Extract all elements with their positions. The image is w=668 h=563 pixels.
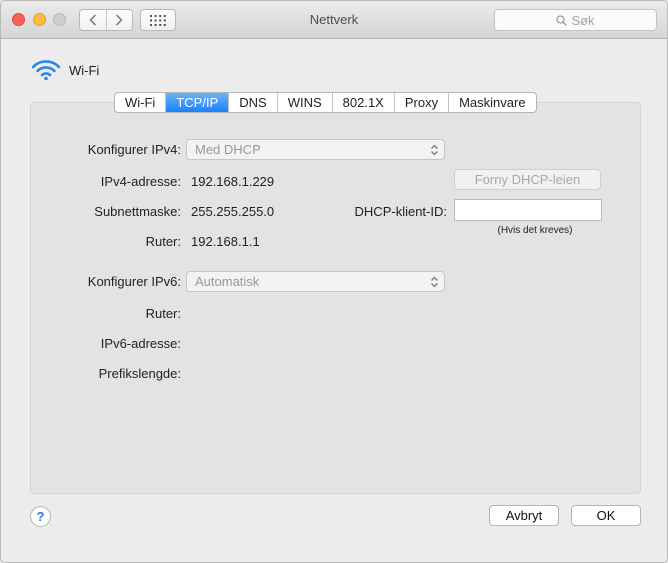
subnet-mask-label: Subnettmaske: [94,204,181,219]
tab-dns[interactable]: DNS [228,93,276,112]
search-icon [556,14,568,26]
tab-proxy[interactable]: Proxy [393,93,448,112]
cancel-button[interactable]: Avbryt [489,505,559,526]
service-header: Wi-Fi [31,59,99,81]
subnet-mask-value: 255.255.255.0 [191,204,275,219]
help-icon: ? [36,509,45,524]
configure-ipv6-label: Konfigurer IPv6: [87,274,181,289]
tab-tcpip[interactable]: TCP/IP [165,93,229,112]
dhcp-client-id-field[interactable] [454,199,602,221]
settings-panel [30,102,641,494]
ipv6-address-label: IPv6-adresse: [100,336,181,351]
prefix-length-label: Prefikslengde: [98,366,181,381]
configure-ipv4-label: Konfigurer IPv4: [87,142,181,157]
service-name: Wi-Fi [69,62,100,78]
configure-ipv6-value: Automatisk [195,274,260,289]
ipv4-router-value: 192.168.1.1 [191,234,260,249]
tab-wifi[interactable]: Wi-Fi [115,93,165,112]
dhcp-client-id-label: DHCP-klient-ID: [354,204,447,219]
tab-8021x[interactable]: 802.1X [331,93,394,112]
up-down-arrows-icon [431,144,438,156]
tab-wins[interactable]: WINS [276,93,332,112]
configure-ipv4-popup[interactable]: Med DHCP [186,139,445,160]
ipv4-address-label: IPv4-adresse: [100,174,181,189]
ipv4-address-value: 192.168.1.229 [191,174,275,189]
dhcp-client-id-hint: (Hvis det kreves) [497,225,573,236]
search-placeholder: Søk [571,12,595,28]
ok-button[interactable]: OK [571,505,641,526]
tab-bar: Wi-Fi TCP/IP DNS WINS 802.1X Proxy Maski… [114,92,537,113]
title-bar: Nettverk Søk [1,1,667,39]
ipv4-router-label: Ruter: [145,234,181,249]
network-preferences-window: Nettverk Søk Wi-Fi Wi-Fi TCP/IP DNS WINS… [0,0,668,563]
help-button[interactable]: ? [30,506,51,527]
configure-ipv6-popup[interactable]: Automatisk [186,271,445,292]
search-field[interactable]: Søk [494,9,657,31]
ipv6-router-label: Ruter: [145,306,181,321]
up-down-arrows-icon [431,276,438,288]
renew-dhcp-lease-button[interactable]: Forny DHCP-leien [454,169,601,190]
wifi-icon [31,60,61,81]
configure-ipv4-value: Med DHCP [195,142,261,157]
tab-hardware[interactable]: Maskinvare [448,93,535,112]
